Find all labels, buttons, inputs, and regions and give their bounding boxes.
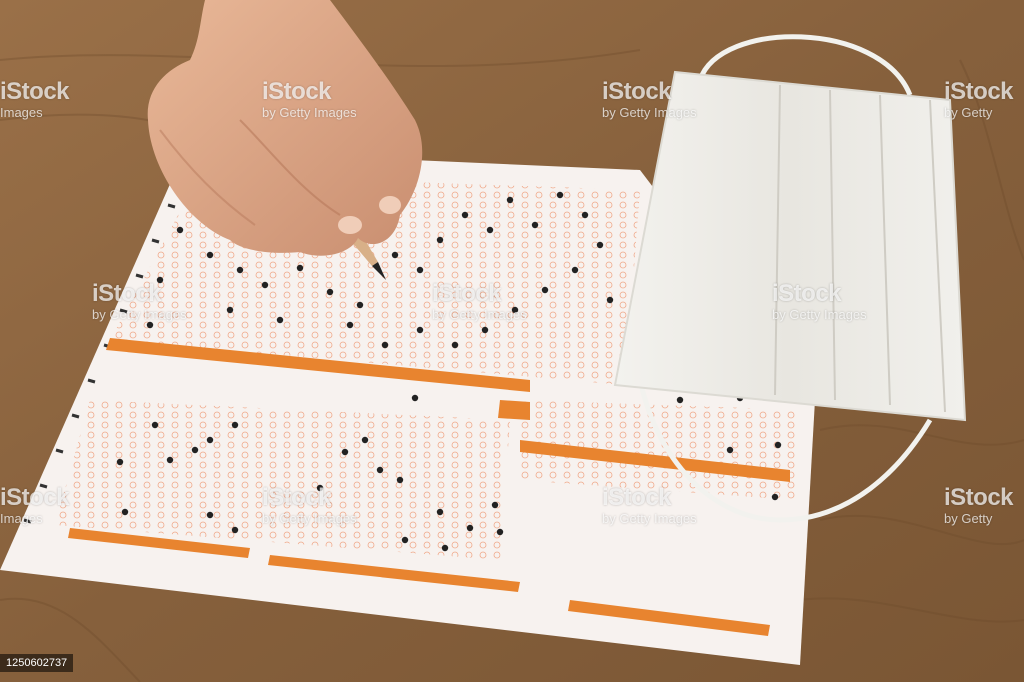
photo-scene bbox=[0, 0, 1024, 682]
photo-stage: iStock Images iStock by Getty Images iSt… bbox=[0, 0, 1024, 682]
stock-image-id: 1250602737 bbox=[0, 654, 74, 672]
